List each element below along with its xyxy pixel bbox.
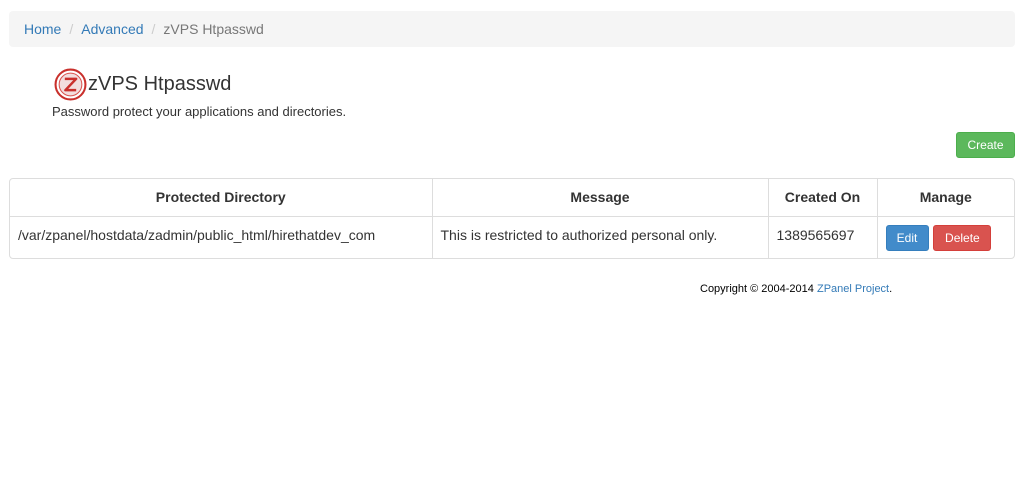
table-header-row: Protected Directory Message Created On M… bbox=[10, 179, 1014, 217]
zpanel-logo-icon bbox=[54, 68, 87, 101]
footer-copyright: Copyright © 2004-2014 ZPanel Project. bbox=[700, 283, 892, 295]
protected-directory-cell: /var/zpanel/hostdata/zadmin/public_html/… bbox=[10, 216, 433, 258]
delete-button[interactable]: Delete bbox=[933, 224, 992, 251]
breadcrumb: Home / Advanced / zVPS Htpasswd bbox=[9, 11, 1015, 47]
manage-cell: Edit Delete bbox=[877, 216, 1014, 258]
breadcrumb-advanced-link[interactable]: Advanced bbox=[81, 21, 143, 37]
zpanel-project-link[interactable]: ZPanel Project bbox=[817, 283, 889, 295]
create-button[interactable]: Create bbox=[956, 132, 1015, 158]
breadcrumb-separator: / bbox=[151, 21, 156, 37]
htpasswd-table: Protected Directory Message Created On M… bbox=[9, 178, 1015, 259]
module-description: Password protect your applications and d… bbox=[52, 104, 347, 119]
column-header-protected-directory: Protected Directory bbox=[10, 179, 433, 217]
column-header-message: Message bbox=[432, 179, 769, 217]
footer-copyright-text: Copyright © 2004-2014 bbox=[700, 283, 817, 295]
module-header: zVPS Htpasswd bbox=[52, 68, 231, 101]
breadcrumb-home-link[interactable]: Home bbox=[24, 21, 61, 37]
message-cell: This is restricted to authorized persona… bbox=[432, 216, 769, 258]
edit-button[interactable]: Edit bbox=[885, 224, 929, 251]
breadcrumb-current: zVPS Htpasswd bbox=[163, 21, 264, 37]
created-on-cell: 1389565697 bbox=[768, 216, 878, 258]
breadcrumb-separator: / bbox=[69, 21, 74, 37]
footer-suffix: . bbox=[889, 283, 893, 295]
column-header-manage: Manage bbox=[877, 179, 1014, 217]
page-title: zVPS Htpasswd bbox=[88, 73, 232, 95]
table-row: /var/zpanel/hostdata/zadmin/public_html/… bbox=[10, 216, 1014, 258]
column-header-created-on: Created On bbox=[768, 179, 878, 217]
